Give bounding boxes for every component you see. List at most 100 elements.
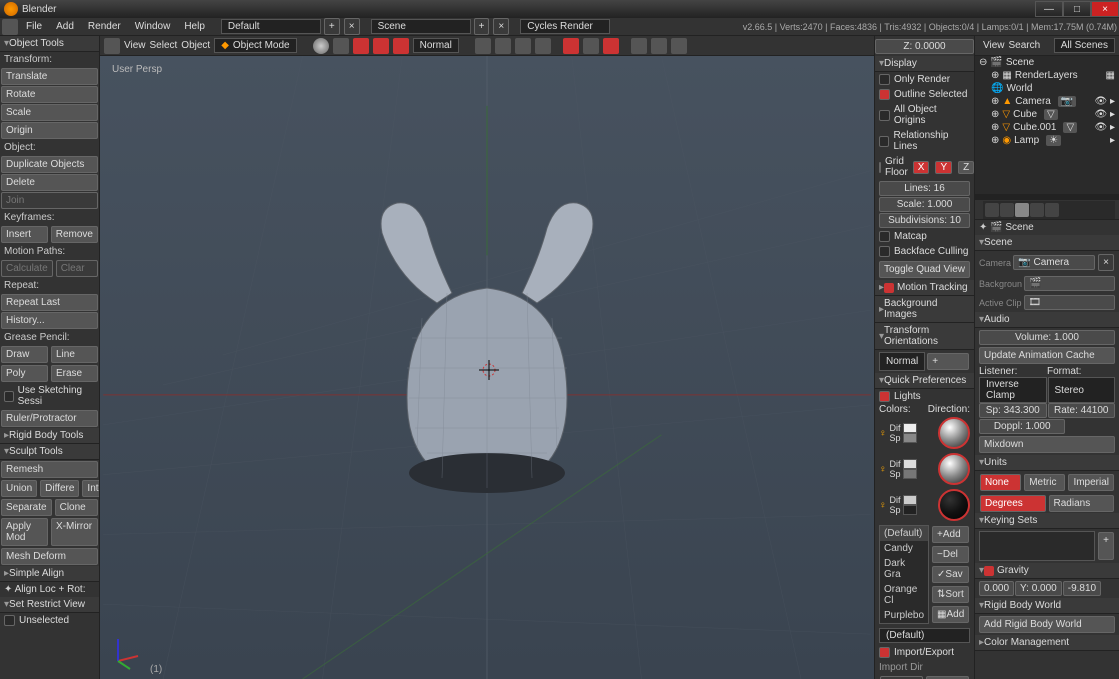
editor-type-icon[interactable] xyxy=(104,38,120,54)
manipulator-icon[interactable] xyxy=(353,38,369,54)
shading-selector[interactable]: Normal xyxy=(413,38,459,53)
info-editor-icon[interactable] xyxy=(2,19,18,35)
pivot-icon[interactable] xyxy=(333,38,349,54)
units-imperial[interactable]: Imperial xyxy=(1068,474,1114,491)
applymod-button[interactable]: Apply Mod xyxy=(1,518,48,546)
axis-x[interactable]: X xyxy=(913,161,930,174)
calculate-button[interactable]: Calculate xyxy=(1,260,53,277)
anim-icon[interactable] xyxy=(651,38,667,54)
panel-bgimages[interactable]: Background Images xyxy=(875,296,974,323)
lamp3-icon[interactable]: ♀ xyxy=(879,500,887,511)
panel-units[interactable]: Units xyxy=(975,455,1119,471)
view-menu[interactable]: View xyxy=(124,40,146,51)
tab-render[interactable] xyxy=(985,203,999,217)
insert-keyframe[interactable]: Insert xyxy=(1,226,48,243)
minimize-button[interactable]: — xyxy=(1035,1,1063,17)
outline-selected[interactable]: Outline Selected xyxy=(875,87,974,102)
history-button[interactable]: History... xyxy=(1,312,98,329)
relationship-lines[interactable]: Relationship Lines xyxy=(875,128,974,154)
object-menu[interactable]: Object xyxy=(181,40,210,51)
audio-sp[interactable]: Sp: 343.300 xyxy=(979,403,1047,418)
layout-add[interactable]: + xyxy=(324,18,340,35)
panel-object-tools[interactable]: Object Tools xyxy=(0,36,99,52)
unselected-check[interactable]: Unselected xyxy=(0,613,99,628)
audio-doppler[interactable]: Doppl: 1.000 xyxy=(979,419,1065,434)
scene-selector[interactable]: Scene xyxy=(371,19,471,34)
render-icon[interactable] xyxy=(631,38,647,54)
gravity-z[interactable]: -9.810 xyxy=(1063,581,1101,596)
panel-setrestrict[interactable]: Set Restrict View xyxy=(0,597,99,613)
gravity-x[interactable]: 0.000 xyxy=(979,581,1014,596)
light-sphere-3[interactable] xyxy=(938,489,970,521)
preset-add2[interactable]: ▦Add xyxy=(932,606,969,623)
outliner-tree[interactable]: ⊖🎬Scene ⊕▦RenderLayers▦ 🌐World ⊕▲Camera📷… xyxy=(975,56,1119,194)
shading-solid-icon[interactable] xyxy=(313,38,329,54)
layer-2[interactable] xyxy=(495,38,511,54)
panel-quickprefs[interactable]: Quick Preferences xyxy=(875,373,974,389)
layer-3[interactable] xyxy=(515,38,531,54)
scene-bg[interactable]: 🎬 xyxy=(1024,276,1115,291)
remove-keyframe[interactable]: Remove xyxy=(51,226,98,243)
panel-rigid-body[interactable]: Rigid Body Tools xyxy=(0,428,99,444)
scale-button[interactable]: Scale xyxy=(1,104,98,121)
panel-sculpt-tools[interactable]: Sculpt Tools xyxy=(0,444,99,460)
z-coord[interactable]: Z: 0.0000 xyxy=(875,39,974,54)
panel-display[interactable]: Display xyxy=(875,56,974,72)
lamp2-icon[interactable]: ♀ xyxy=(879,464,887,475)
light-sphere-1[interactable] xyxy=(938,417,970,449)
gravity-y[interactable]: Y: 0.000 xyxy=(1015,581,1062,596)
preset-orange[interactable]: Orange Cl xyxy=(880,582,928,608)
units-metric[interactable]: Metric xyxy=(1024,474,1065,491)
menu-help[interactable]: Help xyxy=(178,19,211,34)
layout-remove[interactable]: × xyxy=(344,18,360,35)
preset-darkgra[interactable]: Dark Gra xyxy=(880,556,928,582)
axis-z[interactable]: Z xyxy=(958,161,974,174)
transform-icon[interactable] xyxy=(373,38,389,54)
snaptype-icon[interactable] xyxy=(583,38,599,54)
outliner-view[interactable]: View xyxy=(983,40,1005,51)
xmirror-button[interactable]: X-Mirror xyxy=(51,518,98,546)
audio-format[interactable]: Stereo xyxy=(1048,377,1116,403)
union-button[interactable]: Union xyxy=(1,480,37,497)
panel-scene[interactable]: Scene xyxy=(975,235,1119,251)
matcap-check[interactable]: Matcap xyxy=(875,229,974,244)
axis-y[interactable]: Y xyxy=(935,161,952,174)
units-radians[interactable]: Radians xyxy=(1049,495,1115,512)
camera-clear[interactable]: × xyxy=(1098,254,1114,271)
gp-draw[interactable]: Draw xyxy=(1,346,48,363)
viewport-3d[interactable]: User Persp xyxy=(100,56,874,679)
mode-selector[interactable]: ◆Object Mode xyxy=(214,38,296,53)
use-sketching[interactable]: Use Sketching Sessi xyxy=(0,383,99,409)
preset-add[interactable]: +Add xyxy=(932,526,969,543)
keying-add[interactable]: + xyxy=(1098,532,1114,560)
light-sphere-2[interactable] xyxy=(938,453,970,485)
menu-render[interactable]: Render xyxy=(82,19,127,34)
rotate-icon[interactable] xyxy=(393,38,409,54)
menu-window[interactable]: Window xyxy=(129,19,177,34)
grid-lines[interactable]: Lines: 16 xyxy=(879,181,970,196)
gp-erase[interactable]: Erase xyxy=(51,365,98,382)
layer-1[interactable] xyxy=(475,38,491,54)
keying-list[interactable] xyxy=(979,531,1095,561)
import-export[interactable]: Import/Export xyxy=(875,645,974,660)
audio-volume[interactable]: Volume: 1.000 xyxy=(979,330,1115,345)
lamp-icon[interactable]: ♀ xyxy=(879,428,887,439)
menu-file[interactable]: File xyxy=(20,19,48,34)
tab-layers[interactable] xyxy=(1000,203,1014,217)
preset-save[interactable]: ✓Sav xyxy=(932,566,969,583)
backface-check[interactable]: Backface Culling xyxy=(875,244,974,259)
delete-button[interactable]: Delete xyxy=(1,174,98,191)
gp-line[interactable]: Line xyxy=(51,346,98,363)
ruler-button[interactable]: Ruler/Protractor xyxy=(1,410,98,427)
remesh-button[interactable]: Remesh xyxy=(1,461,98,478)
duplicate-button[interactable]: Duplicate Objects xyxy=(1,156,98,173)
prop-edit-icon[interactable] xyxy=(603,38,619,54)
meshdeform-button[interactable]: Mesh Deform xyxy=(1,548,98,565)
units-none[interactable]: None xyxy=(980,474,1021,491)
interse-button[interactable]: Interse xyxy=(82,480,100,497)
toggle-quad[interactable]: Toggle Quad View xyxy=(879,261,970,278)
render-engine[interactable]: Cycles Render xyxy=(520,19,610,34)
misc-icon[interactable] xyxy=(671,38,687,54)
preset-sort[interactable]: ⇅Sort xyxy=(932,586,969,603)
orientation-select[interactable]: Normal xyxy=(879,352,925,371)
